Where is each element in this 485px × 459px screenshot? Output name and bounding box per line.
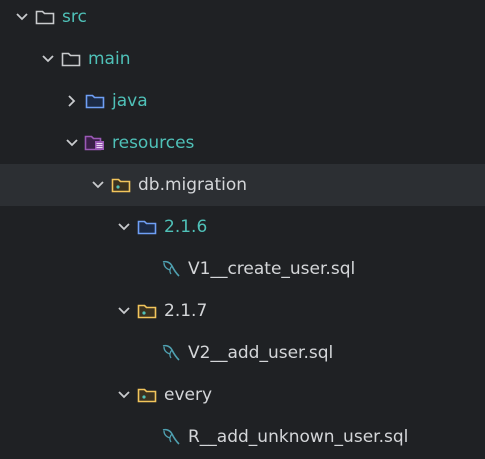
tree-node-java[interactable]: java (0, 80, 485, 122)
tree-node-every[interactable]: every (0, 374, 485, 416)
package-folder-icon (110, 176, 132, 194)
tree-node-label: java (112, 90, 148, 111)
folder-outline-icon (34, 8, 56, 26)
chevron-down-icon[interactable] (116, 303, 132, 319)
chevron-right-icon[interactable] (64, 93, 80, 109)
tree-node-label: 2.1.6 (164, 216, 208, 237)
sql-file-icon (160, 260, 182, 278)
tree-node-label: db.migration (138, 174, 248, 195)
chevron-down-icon[interactable] (116, 387, 132, 403)
tree-node-file-r[interactable]: R__add_unknown_user.sql (0, 416, 485, 458)
package-folder-icon (136, 302, 158, 320)
tree-node-label: resources (112, 132, 195, 153)
source-folder-icon (84, 92, 106, 110)
tree-node-src[interactable]: src (0, 0, 485, 38)
sql-file-icon (160, 344, 182, 362)
tree-node-label: R__add_unknown_user.sql (188, 426, 409, 447)
tree-node-resources[interactable]: resources (0, 122, 485, 164)
tree-node-db-migration[interactable]: db.migration (0, 164, 485, 206)
tree-node-label: V2__add_user.sql (188, 342, 334, 363)
source-folder-icon (136, 218, 158, 236)
chevron-down-icon[interactable] (14, 9, 30, 25)
package-folder-icon (136, 386, 158, 404)
chevron-down-icon[interactable] (90, 177, 106, 193)
tree-node-2-1-7[interactable]: 2.1.7 (0, 290, 485, 332)
tree-node-label: every (164, 384, 213, 405)
tree-node-label: main (88, 48, 131, 69)
tree-node-main[interactable]: main (0, 38, 485, 80)
folder-outline-icon (60, 50, 82, 68)
tree-node-file-v2[interactable]: V2__add_user.sql (0, 332, 485, 374)
tree-node-label: V1__create_user.sql (188, 258, 356, 279)
chevron-down-icon[interactable] (64, 135, 80, 151)
tree-node-label: 2.1.7 (164, 300, 208, 321)
tree-node-label: src (62, 6, 87, 27)
project-tree: src main java resources db.migration 2.1… (0, 0, 485, 459)
tree-node-2-1-6[interactable]: 2.1.6 (0, 206, 485, 248)
chevron-down-icon[interactable] (116, 219, 132, 235)
tree-node-file-v1[interactable]: V1__create_user.sql (0, 248, 485, 290)
chevron-down-icon[interactable] (40, 51, 56, 67)
sql-file-icon (160, 428, 182, 446)
resources-folder-icon (84, 134, 106, 152)
